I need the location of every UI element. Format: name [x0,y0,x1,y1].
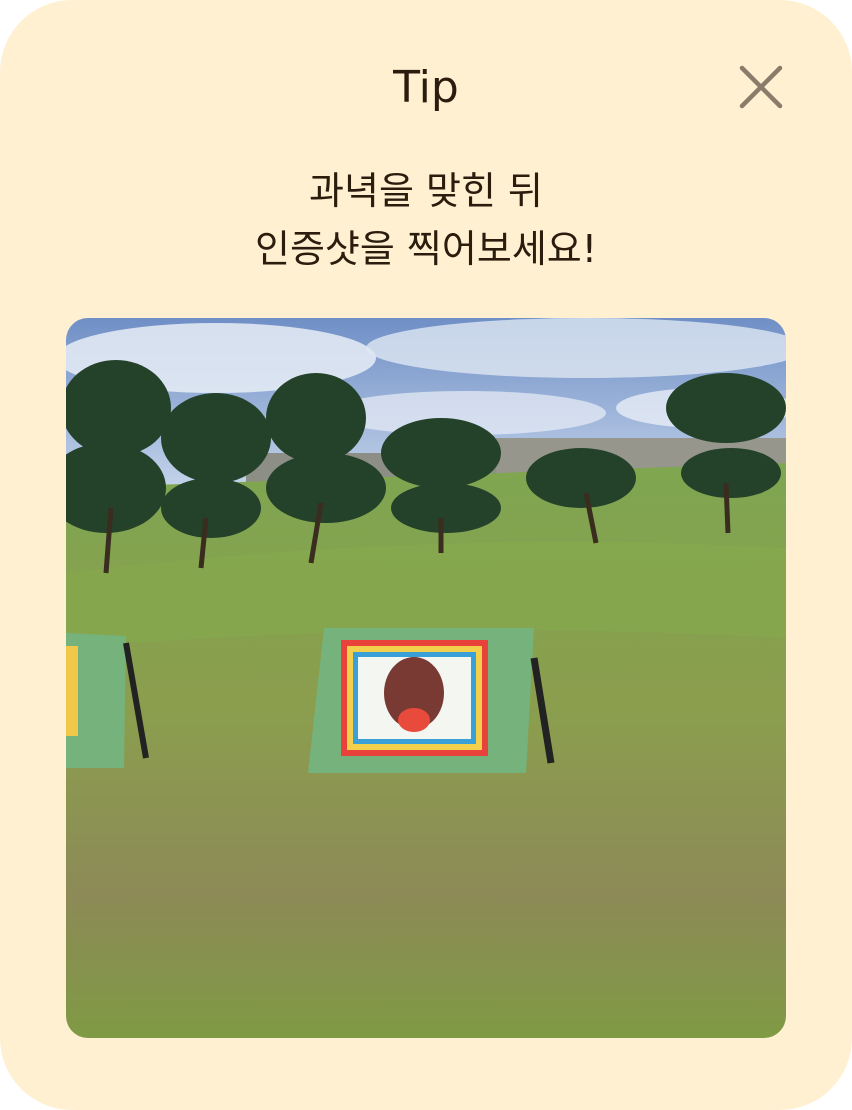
example-photo [66,318,786,1038]
tip-message: 과녁을 맞힌 뒤 인증샷을 찍어보세요! [0,162,852,278]
close-button[interactable] [738,64,784,110]
dialog-title: Tip [393,62,459,113]
tip-message-line-2: 인증샷을 찍어보세요! [255,227,597,271]
tip-dialog: Tip 과녁을 맞힌 뒤 인증샷을 찍어보세요! [0,0,852,1110]
close-icon [739,65,783,109]
tip-message-line-1: 과녁을 맞힌 뒤 [309,169,543,213]
